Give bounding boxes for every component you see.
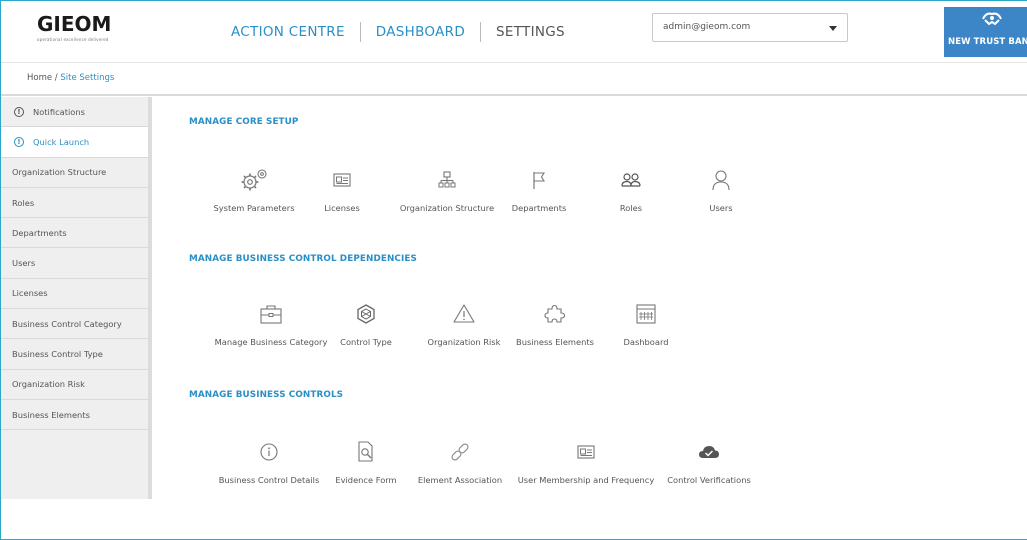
briefcase-icon [260,305,282,324]
bank-name: NEW TRUST BANK [948,37,1027,47]
license-card-icon [333,173,351,187]
sidebar-item-organization-structure[interactable]: Organization Structure [1,158,148,188]
tile-label: Business Elements [516,337,594,347]
nav-settings[interactable]: SETTINGS [496,24,565,40]
section-title-core-setup: MANAGE CORE SETUP [189,117,299,127]
tile-organization-structure[interactable]: Organization Structure [392,167,502,213]
sidebar-item-notifications[interactable]: ! Notifications [1,97,148,128]
tile-business-elements[interactable]: Business Elements [510,301,600,347]
section-title-business-controls: MANAGE BUSINESS CONTROLS [189,390,344,400]
nav-divider [480,22,482,42]
app-window: GIEOM operational excellence delivered A… [0,0,1027,540]
header: GIEOM operational excellence delivered A… [1,1,1027,63]
sidebar-item-organization-risk[interactable]: Organization Risk [1,370,148,400]
tile-departments[interactable]: Departments [491,167,587,213]
tile-element-association[interactable]: Element Association [414,439,506,485]
tile-label: Organization Structure [399,203,495,213]
section-title-business-control-dependencies: MANAGE BUSINESS CONTROL DEPENDENCIES [189,254,417,264]
breadcrumb-bar: Home / Site Settings [1,63,1027,96]
org-chart-icon [438,171,456,188]
tile-label: Control Type [340,337,392,347]
bank-logo: NEW TRUST BANK [944,7,1027,57]
tile-control-verifications[interactable]: Control Verifications [661,439,757,485]
nav-action-centre[interactable]: ACTION CENTRE [231,24,345,40]
sidebar-item-label: Business Elements [12,409,90,420]
tile-label: User Membership and Frequency [517,475,655,485]
calendar-icon [636,304,656,324]
tile-label: Manage Business Category [214,337,328,347]
sidebar-item-label: Organization Risk [12,379,85,390]
nav-divider [359,22,361,42]
sidebar-item-label: Business Control Category [12,318,122,329]
tile-roles[interactable]: Roles [586,167,676,213]
info-circle-icon [260,443,278,461]
puzzle-icon [544,304,566,323]
info-icon: ! [14,136,24,147]
people-icon [621,173,641,187]
tile-label: Control Verifications [667,475,751,485]
gears-icon [241,169,267,191]
document-search-icon [358,441,373,462]
breadcrumb: Home / Site Settings [27,73,114,83]
logo-tagline: operational excellence delivered [37,37,109,42]
tile-label: Element Association [417,475,503,485]
sidebar-item-business-control-category[interactable]: Business Control Category [1,309,148,340]
sidebar-item-label: Licenses [12,288,48,299]
info-icon: ! [14,106,24,117]
quick-launch-panel: MANAGE CORE SETUP System Parameters Lice… [156,97,1027,517]
sidebar-item-licenses[interactable]: Licenses [1,279,148,310]
cloud-check-icon [699,446,719,458]
tile-label: Business Control Details [218,475,320,485]
user-icon [712,170,730,191]
sidebar-item-users[interactable]: Users [1,248,148,279]
tile-label: Evidence Form [335,475,397,485]
breadcrumb-home[interactable]: Home [27,73,52,83]
sidebar-item-business-elements[interactable]: Business Elements [1,400,148,431]
hexagon-icon [357,304,375,324]
sidebar-item-label: Departments [12,227,67,238]
warning-icon [453,304,475,323]
nav-dashboard[interactable]: DASHBOARD [376,24,465,40]
flag-icon [533,172,545,189]
sidebar-item-quick-launch[interactable]: ! Quick Launch [1,127,148,158]
sidebar-item-departments[interactable]: Departments [1,218,148,249]
sidebar-item-label: Users [12,258,36,269]
user-email: admin@gieom.com [663,22,751,32]
sidebar-item-label: Business Control Type [12,349,103,360]
tile-manage-business-category[interactable]: Manage Business Category [206,301,336,347]
tile-label: Roles [619,203,643,213]
sidebar-item-label: Roles [12,197,35,208]
sidebar-item-label: Organization Structure [12,167,107,178]
tile-business-control-details[interactable]: Business Control Details [209,439,329,485]
tile-label: Users [709,203,733,213]
tile-dashboard[interactable]: Dashboard [606,301,686,347]
footer-area [1,499,1027,539]
tile-evidence-form[interactable]: Evidence Form [324,439,408,485]
sidebar-item-roles[interactable]: Roles [1,188,148,219]
breadcrumb-current: Site Settings [60,73,115,83]
link-icon [451,443,469,461]
tile-user-membership-frequency[interactable]: User Membership and Frequency [516,439,656,485]
handshake-icon [982,12,1002,26]
sidebar-item-business-control-type[interactable]: Business Control Type [1,339,148,370]
logo-wordmark: GIEOM [37,12,112,36]
sidebar: ! Notifications ! Quick Launch Organizat… [1,97,152,499]
tile-licenses[interactable]: Licenses [296,167,388,213]
tile-label: Dashboard [623,337,669,347]
tile-organization-risk[interactable]: Organization Risk [418,301,510,347]
user-account-dropdown[interactable]: admin@gieom.com [652,13,848,42]
tile-control-type[interactable]: Control Type [326,301,406,347]
tile-label: Organization Risk [427,337,501,347]
chevron-down-icon [829,26,837,31]
tile-label: Departments [511,203,567,213]
tile-label: Licenses [324,203,360,213]
tile-users[interactable]: Users [678,167,764,213]
top-navigation: ACTION CENTRE DASHBOARD SETTINGS [231,21,565,43]
gieom-logo[interactable]: GIEOM operational excellence delivered [37,13,127,53]
sidebar-item-label: Quick Launch [33,136,90,147]
tile-label: System Parameters [213,203,295,213]
license-card-icon [577,445,595,459]
tile-system-parameters[interactable]: System Parameters [204,167,304,213]
sidebar-item-label: Notifications [33,106,85,117]
